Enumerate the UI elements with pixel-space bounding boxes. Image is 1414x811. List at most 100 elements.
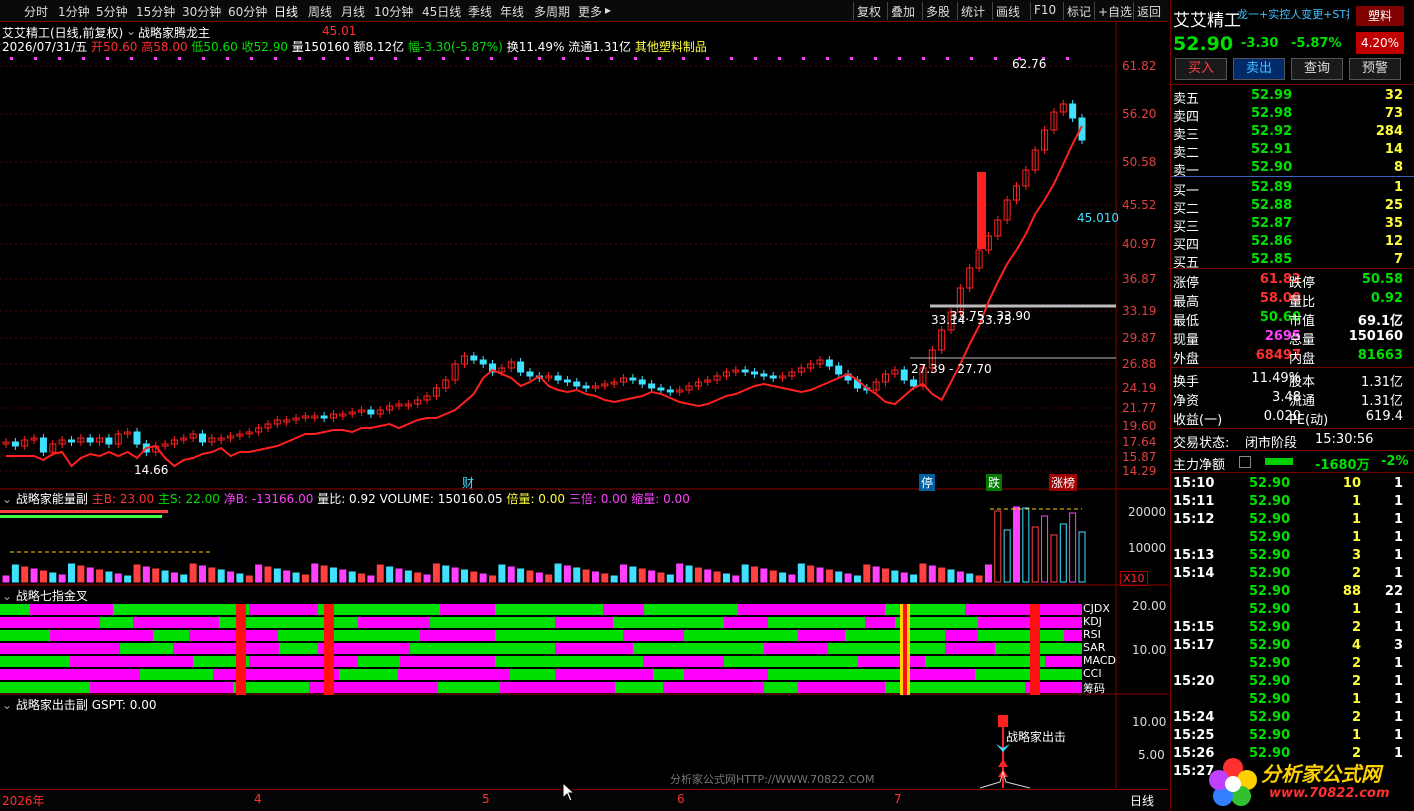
signal-dot bbox=[994, 57, 997, 60]
stat-label: 收益(一) bbox=[1173, 413, 1223, 428]
period-tab[interactable]: 45日线 bbox=[422, 3, 461, 20]
toolbar-tool-button[interactable]: 多股 bbox=[926, 3, 950, 20]
signal-dot bbox=[802, 57, 805, 60]
order-book-row[interactable]: 卖五 52.99 32 bbox=[1171, 88, 1414, 107]
volume-bar bbox=[741, 564, 749, 583]
signal-strip bbox=[865, 617, 895, 628]
order-book-row[interactable]: 卖二 52.91 14 bbox=[1171, 142, 1414, 161]
signal-dot bbox=[682, 57, 685, 60]
toolbar-tool-button[interactable]: +自选 bbox=[1098, 3, 1132, 20]
signal-strip bbox=[613, 617, 724, 628]
volume-bar bbox=[189, 563, 197, 583]
volume-bar bbox=[264, 566, 272, 583]
signal-strip bbox=[0, 617, 100, 628]
more-arrow-icon[interactable]: ▸ bbox=[605, 3, 611, 17]
order-book-row[interactable]: 买一 52.89 1 bbox=[1171, 180, 1414, 199]
order-book-row[interactable]: 买四 52.86 12 bbox=[1171, 234, 1414, 253]
toolbar-tool-button[interactable]: 复权 bbox=[857, 3, 881, 20]
stat-label: 股本 bbox=[1289, 375, 1316, 390]
alert-button[interactable]: 预警 bbox=[1349, 58, 1401, 80]
stat-label: 内盘 bbox=[1289, 352, 1316, 367]
main-net-pct: -2% bbox=[1381, 454, 1409, 469]
volume-bar bbox=[928, 565, 936, 583]
period-tab[interactable]: 10分钟 bbox=[374, 3, 413, 20]
volume-bar bbox=[133, 564, 141, 583]
stat-label: 涨停 bbox=[1173, 276, 1200, 291]
signal-strip bbox=[133, 617, 219, 628]
order-book-row[interactable]: 卖四 52.98 73 bbox=[1171, 106, 1414, 125]
tick-row: 15:17 52.90 4 3 bbox=[1173, 638, 1403, 653]
period-tab[interactable]: 多周期 bbox=[534, 3, 570, 20]
period-tab[interactable]: 更多 bbox=[578, 3, 602, 20]
period-tab[interactable]: 30分钟 bbox=[182, 3, 221, 20]
event-marker-halt[interactable]: 停 bbox=[919, 474, 936, 491]
volume-bar bbox=[1078, 531, 1086, 583]
stat-value: 619.4 bbox=[1365, 409, 1403, 424]
order-book-row[interactable]: 卖三 52.92 284 bbox=[1171, 124, 1414, 143]
period-tab[interactable]: 5分钟 bbox=[96, 3, 128, 20]
trade-state-label: 交易状态: bbox=[1173, 436, 1230, 451]
signal-dot bbox=[946, 57, 949, 60]
volume-bar bbox=[891, 570, 899, 583]
volume-bar bbox=[807, 565, 815, 583]
order-book-row[interactable]: 买二 52.88 25 bbox=[1171, 198, 1414, 217]
period-tab[interactable]: 分时 bbox=[24, 3, 48, 20]
toolbar-tool-button[interactable]: 标记 bbox=[1067, 3, 1091, 20]
volume-bar bbox=[423, 574, 431, 583]
volume-bar bbox=[816, 567, 824, 583]
signal-dot bbox=[586, 57, 589, 60]
volume-bar bbox=[142, 566, 150, 583]
toolbar-tool-button[interactable]: F10 bbox=[1034, 3, 1056, 17]
volume-bar bbox=[910, 574, 918, 583]
signal-strip bbox=[555, 643, 633, 654]
event-marker-finance[interactable]: 财 bbox=[462, 474, 474, 491]
sell-button[interactable]: 卖出 bbox=[1233, 58, 1285, 80]
sector-tag[interactable]: 塑料 bbox=[1356, 6, 1404, 26]
toolbar-tool-button[interactable]: 画线 bbox=[996, 3, 1020, 20]
period-tab[interactable]: 季线 bbox=[468, 3, 492, 20]
main-net-value: -1680万 bbox=[1315, 458, 1370, 473]
period-tab[interactable]: 月线 bbox=[341, 3, 365, 20]
volume-bar bbox=[152, 568, 160, 583]
volume-bar bbox=[348, 571, 356, 583]
candle-body bbox=[320, 415, 328, 419]
signal-dot bbox=[706, 57, 709, 60]
kline-chart-area[interactable] bbox=[0, 22, 1169, 789]
toolbar-tool-button[interactable]: 返回 bbox=[1137, 3, 1161, 20]
volume-bar bbox=[245, 575, 253, 583]
toolbar-tool-button[interactable]: 统计 bbox=[961, 3, 985, 20]
volume-bar bbox=[39, 570, 47, 583]
trade-time: 15:30:56 bbox=[1315, 432, 1374, 447]
query-button[interactable]: 查询 bbox=[1291, 58, 1343, 80]
signal-strip bbox=[318, 604, 440, 615]
sub1-dropdown-icon[interactable]: ⌄ bbox=[2, 492, 12, 506]
logo-url: www.70822.com bbox=[1269, 786, 1390, 801]
main-net-menu-icon[interactable] bbox=[1239, 456, 1251, 468]
event-marker-drop[interactable]: 跌 bbox=[986, 474, 1003, 491]
signal-strip bbox=[653, 669, 684, 680]
candle-body bbox=[563, 379, 571, 383]
volume-bar bbox=[479, 573, 487, 583]
sub3-dropdown-icon[interactable]: ⌄ bbox=[2, 698, 12, 712]
period-tab[interactable]: 周线 bbox=[308, 3, 332, 20]
order-book-row[interactable]: 买三 52.87 35 bbox=[1171, 216, 1414, 235]
timeline-mode[interactable]: 日线 bbox=[1130, 792, 1154, 809]
volume-bar bbox=[900, 572, 908, 583]
period-tab[interactable]: 1分钟 bbox=[58, 3, 90, 20]
signal-strip bbox=[644, 604, 738, 615]
event-marker-rank[interactable]: 涨榜 bbox=[1049, 474, 1078, 491]
period-tab[interactable]: 日线 bbox=[274, 3, 298, 20]
buy-button[interactable]: 买入 bbox=[1175, 58, 1227, 80]
signal-strip bbox=[358, 656, 400, 667]
period-tab[interactable]: 60分钟 bbox=[228, 3, 267, 20]
toolbar-tool-button[interactable]: 叠加 bbox=[891, 3, 915, 20]
signal-strip bbox=[495, 604, 603, 615]
period-tab[interactable]: 年线 bbox=[500, 3, 524, 20]
signal-strip bbox=[278, 630, 420, 641]
period-tab[interactable]: 15分钟 bbox=[136, 3, 175, 20]
volume-bar bbox=[1059, 523, 1067, 583]
sub3-axis-mid: 5.00 bbox=[1138, 748, 1165, 762]
sub2-dropdown-icon[interactable]: ⌄ bbox=[2, 589, 12, 603]
volume-bar bbox=[227, 571, 235, 583]
candle-body bbox=[582, 385, 590, 389]
